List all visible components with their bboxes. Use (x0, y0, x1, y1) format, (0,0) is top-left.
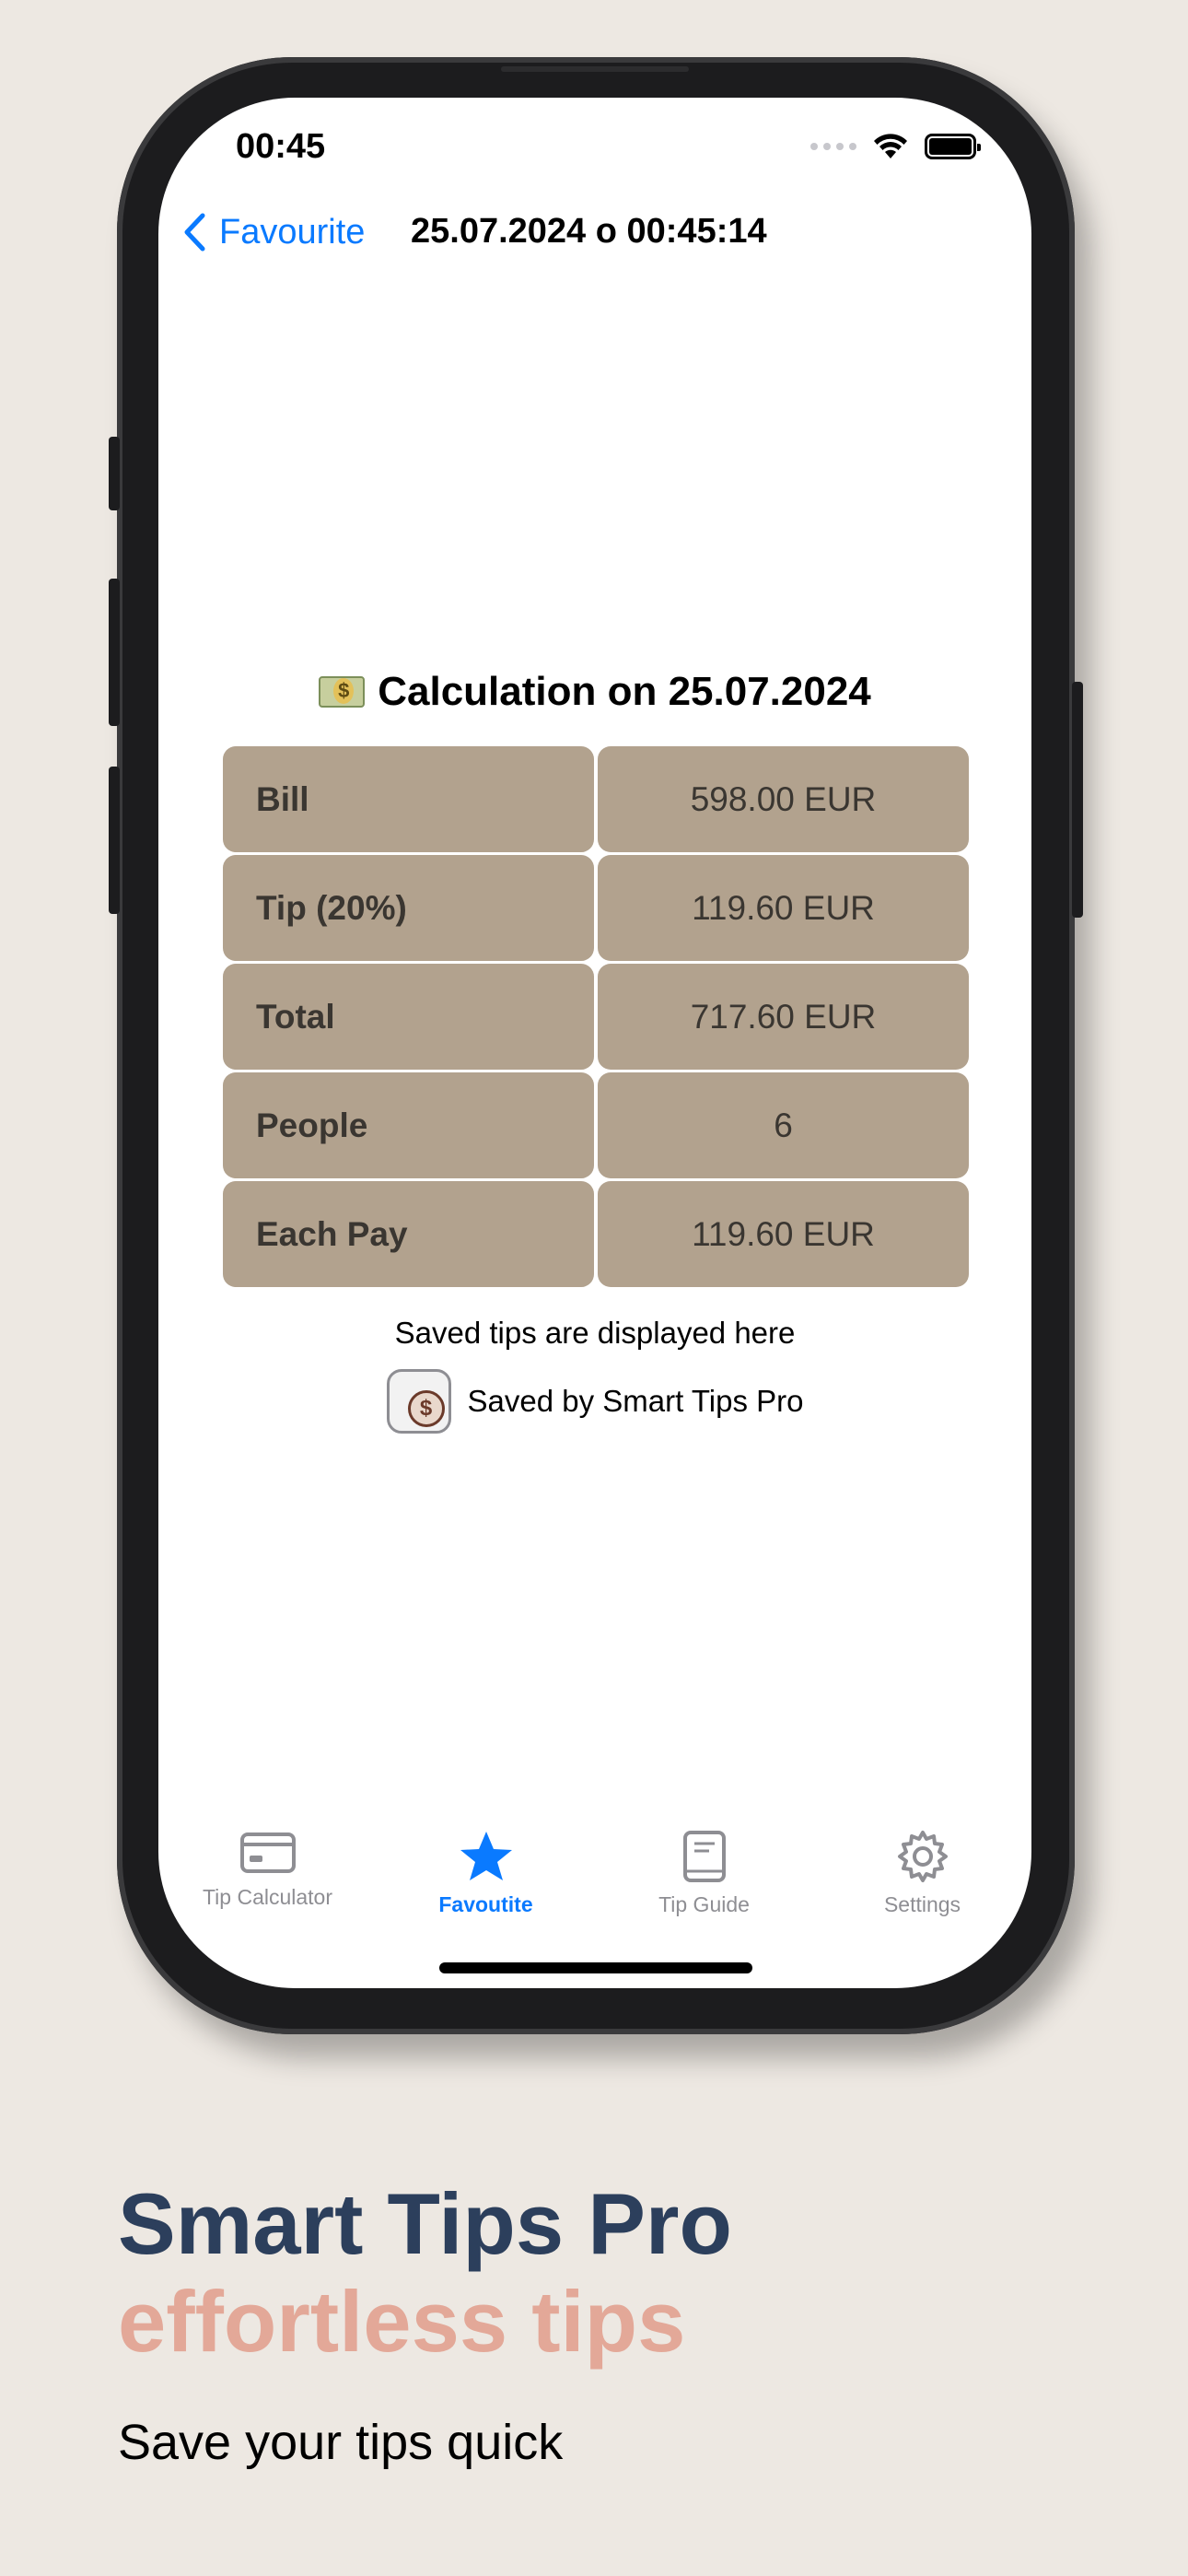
back-button[interactable]: Favourite (182, 212, 365, 252)
promo-subtitle: effortless tips (118, 2273, 686, 2370)
row-value: 717.60 EUR (598, 964, 969, 1070)
star-icon (460, 1832, 512, 1880)
tab-settings[interactable]: Settings (813, 1830, 1031, 1917)
home-indicator (439, 1962, 752, 1973)
tab-tip-calculator[interactable]: Tip Calculator (158, 1830, 377, 1917)
tab-tip-guide[interactable]: Tip Guide (595, 1830, 813, 1917)
calculation-table: Bill 598.00 EUR Tip (20%) 119.60 EUR Tot… (223, 746, 969, 1290)
table-row: Bill 598.00 EUR (223, 746, 969, 852)
promo-title: Smart Tips Pro (118, 2175, 732, 2272)
calculation-heading: Calculation on 25.07.2024 (158, 669, 1031, 715)
tab-label: Tip Guide (658, 1892, 750, 1916)
status-time: 00:45 (236, 127, 326, 166)
table-row: Total 717.60 EUR (223, 964, 969, 1070)
row-value: 6 (598, 1072, 969, 1178)
tab-favourite[interactable]: Favoutite (377, 1830, 595, 1917)
speaker-grille (501, 66, 689, 72)
saved-by: $ Saved by Smart Tips Pro (158, 1369, 1031, 1434)
card-icon (239, 1832, 296, 1873)
app-logo-icon: $ (386, 1369, 451, 1434)
chevron-left-icon (184, 213, 205, 252)
promo-tagline: Save your tips quick (118, 2415, 564, 2470)
volume-down-button (109, 767, 120, 914)
row-label: People (223, 1072, 594, 1178)
row-label: Each Pay (223, 1181, 594, 1287)
tab-label: Favoutite (438, 1892, 533, 1916)
money-icon (319, 676, 366, 708)
row-label: Tip (20%) (223, 855, 594, 961)
row-label: Total (223, 964, 594, 1070)
row-value: 119.60 EUR (598, 855, 969, 961)
tab-bar: Tip Calculator Favoutite Tip Guide Setti… (158, 1830, 1031, 1917)
tab-label: Tip Calculator (202, 1885, 333, 1909)
saved-by-text: Saved by Smart Tips Pro (467, 1384, 804, 1418)
saved-note: Saved tips are displayed here (394, 1316, 796, 1350)
gear-icon (897, 1831, 948, 1882)
back-button-label: Favourite (219, 212, 366, 252)
table-row: Tip (20%) 119.60 EUR (223, 855, 969, 961)
silent-switch (109, 437, 120, 510)
table-row: Each Pay 119.60 EUR (223, 1181, 969, 1287)
nav-title: 25.07.2024 o 00:45:14 (411, 212, 767, 251)
app-screen: 00:45 Favourite 25.07.2024 o 00:45:14 Ca… (158, 98, 1031, 1988)
calculation-heading-text: Calculation on 25.07.2024 (378, 669, 871, 714)
power-button (1072, 682, 1083, 918)
tab-label: Settings (883, 1892, 961, 1916)
table-row: People 6 (223, 1072, 969, 1178)
wifi-icon (874, 134, 907, 158)
battery-icon (925, 134, 981, 159)
row-value: 598.00 EUR (598, 746, 969, 852)
status-icons (810, 133, 981, 160)
cellular-signal-icon (810, 143, 856, 150)
volume-up-button (109, 579, 120, 726)
row-label: Bill (223, 746, 594, 852)
row-value: 119.60 EUR (598, 1181, 969, 1287)
book-icon (682, 1831, 726, 1882)
